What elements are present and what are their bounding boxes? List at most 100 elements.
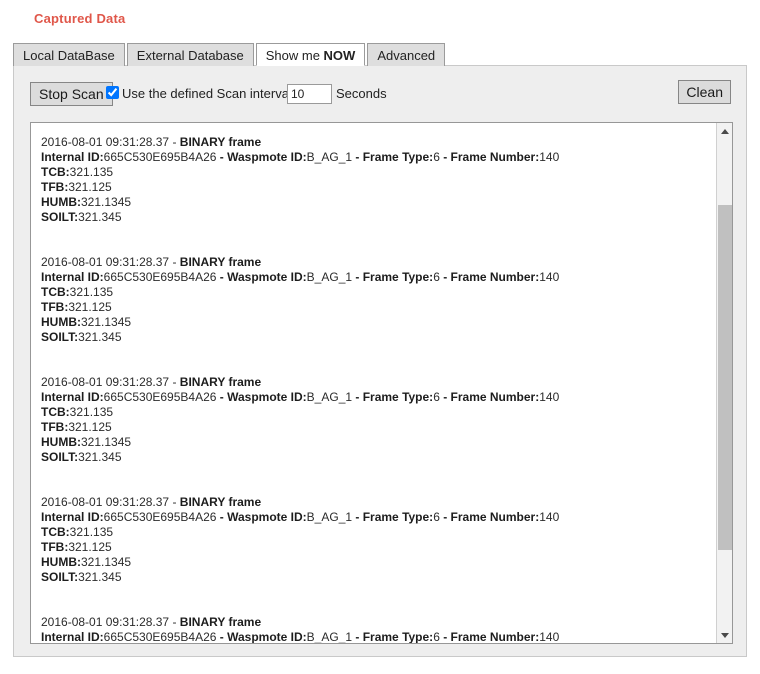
frame-separator: - (169, 255, 180, 269)
tab-advanced[interactable]: Advanced (367, 43, 446, 66)
frame-block: 2016-08-01 09:31:28.37 - BINARY frame Int… (41, 375, 717, 465)
internal-id-value: 665C530E695B4A26 (103, 510, 217, 524)
sensor-name: TFB: (41, 420, 69, 434)
waspmote-id-label: - Waspmote ID: (216, 390, 307, 404)
frame-type-label: - Frame Type: (352, 270, 434, 284)
sensor-value: 321.1345 (81, 195, 132, 209)
sensor-line: TCB:321.135 (41, 165, 717, 180)
frame-number-value: 140 (539, 630, 560, 644)
frame-kind: BINARY frame (179, 135, 262, 149)
sensor-name: TCB: (41, 405, 70, 419)
waspmote-id-label: - Waspmote ID: (216, 510, 307, 524)
sensor-name: HUMB: (41, 315, 81, 329)
frame-number-value: 140 (539, 150, 560, 164)
tab-label: External Database (136, 48, 244, 63)
frame-type-value: 6 (433, 390, 440, 404)
sensor-name: SOILT: (41, 570, 79, 584)
waspmote-id-value: B_AG_1 (306, 630, 353, 644)
scrollbar-thumb[interactable] (718, 205, 732, 550)
frame-block: 2016-08-01 09:31:28.37 - BINARY frame Int… (41, 495, 717, 585)
waspmote-id-value: B_AG_1 (306, 150, 353, 164)
sensor-value: 321.125 (68, 540, 112, 554)
scan-interval-seconds-input[interactable] (287, 84, 332, 104)
frame-type-label: - Frame Type: (352, 510, 434, 524)
frame-separator: - (169, 615, 180, 629)
frame-kind: BINARY frame (179, 255, 262, 269)
waspmote-id-value: B_AG_1 (306, 390, 353, 404)
sensor-name: HUMB: (41, 555, 81, 569)
frame-timestamp: 2016-08-01 09:31:28.37 (41, 135, 170, 149)
frame-number-label: - Frame Number: (439, 150, 540, 164)
scroll-up-arrow-icon[interactable] (717, 123, 732, 139)
log-vertical-scrollbar[interactable] (716, 123, 732, 643)
sensor-line: TCB:321.135 (41, 525, 717, 540)
use-scan-interval-label[interactable]: Use the defined Scan interval (122, 86, 292, 101)
sensor-line: SOILT:321.345 (41, 570, 717, 585)
tab-label: Local DataBase (23, 48, 115, 63)
frame-timestamp: 2016-08-01 09:31:28.37 (41, 375, 170, 389)
clean-button[interactable]: Clean (678, 80, 731, 104)
frame-separator: - (169, 375, 180, 389)
sensor-value: 321.135 (69, 165, 114, 179)
captured-frames-log[interactable]: 2016-08-01 09:31:28.37 - BINARY frame Int… (30, 122, 733, 644)
scroll-down-arrow-icon[interactable] (717, 627, 732, 643)
sensor-name: TCB: (41, 165, 70, 179)
sensor-value: 321.1345 (81, 315, 132, 329)
frame-meta-line: Internal ID:665C530E695B4A26 - Waspmote … (41, 510, 717, 525)
sensor-line: HUMB:321.1345 (41, 435, 717, 450)
sensor-name: TFB: (41, 300, 69, 314)
frame-separator: - (169, 135, 180, 149)
tab-external-database[interactable]: External Database (126, 43, 254, 66)
frame-timestamp: 2016-08-01 09:31:28.37 (41, 615, 170, 629)
frame-separator: - (169, 495, 180, 509)
sensor-value: 321.135 (69, 525, 114, 539)
tab-show-me-now[interactable]: Show me NOW (255, 43, 366, 66)
sensor-name: HUMB: (41, 195, 81, 209)
waspmote-id-value: B_AG_1 (306, 510, 353, 524)
sensor-name: TCB: (41, 285, 70, 299)
frame-header-line: 2016-08-01 09:31:28.37 - BINARY frame (41, 495, 717, 510)
page-title: Captured Data (34, 11, 126, 26)
frame-number-value: 140 (539, 510, 560, 524)
sensor-value: 321.345 (78, 210, 122, 224)
frame-meta-line: Internal ID:665C530E695B4A26 - Waspmote … (41, 270, 717, 285)
sensor-value: 321.345 (78, 330, 122, 344)
frame-timestamp: 2016-08-01 09:31:28.37 (41, 255, 170, 269)
frame-type-label: - Frame Type: (352, 150, 434, 164)
sensor-line: SOILT:321.345 (41, 330, 717, 345)
log-content: 2016-08-01 09:31:28.37 - BINARY frame Int… (31, 123, 717, 644)
sensor-line: TCB:321.135 (41, 405, 717, 420)
frame-type-value: 6 (433, 270, 440, 284)
use-scan-interval-checkbox[interactable] (106, 86, 119, 99)
internal-id-label: Internal ID: (41, 390, 104, 404)
frame-type-value: 6 (433, 630, 440, 644)
sensor-name: TCB: (41, 525, 70, 539)
frame-type-value: 6 (433, 510, 440, 524)
scan-toolbar: Stop Scan Use the defined Scan interval … (14, 66, 746, 122)
waspmote-id-label: - Waspmote ID: (216, 270, 307, 284)
waspmote-id-label: - Waspmote ID: (216, 630, 307, 644)
tab-strip: Local DataBase External Database Show me N… (13, 42, 447, 66)
frame-type-label: - Frame Type: (352, 390, 434, 404)
frame-number-label: - Frame Number: (439, 270, 540, 284)
internal-id-value: 665C530E695B4A26 (103, 390, 217, 404)
sensor-line: HUMB:321.1345 (41, 195, 717, 210)
internal-id-label: Internal ID: (41, 150, 104, 164)
sensor-name: SOILT: (41, 330, 79, 344)
sensor-value: 321.1345 (81, 555, 132, 569)
sensor-line: TFB:321.125 (41, 180, 717, 195)
frame-number-label: - Frame Number: (439, 510, 540, 524)
captured-data-panel: Stop Scan Use the defined Scan interval … (13, 65, 747, 657)
frame-meta-line: Internal ID:665C530E695B4A26 - Waspmote … (41, 390, 717, 405)
sensor-value: 321.125 (68, 180, 112, 194)
stop-scan-button[interactable]: Stop Scan (30, 82, 113, 106)
frame-meta-line: Internal ID:665C530E695B4A26 - Waspmote … (41, 150, 717, 165)
frame-type-value: 6 (433, 150, 440, 164)
frame-kind: BINARY frame (179, 375, 262, 389)
frame-block: 2016-08-01 09:31:28.37 - BINARY frame Int… (41, 615, 717, 644)
tab-local-database[interactable]: Local DataBase (13, 43, 125, 66)
sensor-name: SOILT: (41, 210, 79, 224)
seconds-unit-label: Seconds (336, 86, 387, 101)
sensor-value: 321.125 (68, 420, 112, 434)
sensor-name: SOILT: (41, 450, 79, 464)
